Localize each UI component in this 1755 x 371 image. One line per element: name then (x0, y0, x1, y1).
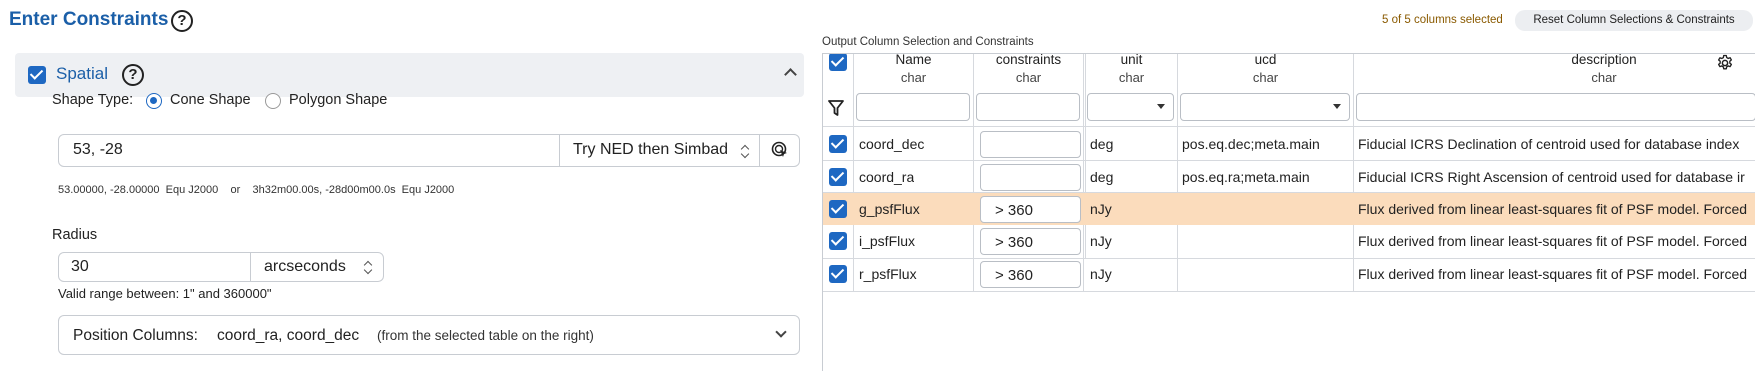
row-checkbox[interactable] (829, 135, 847, 153)
output-section-label: Output Column Selection and Constraints (822, 36, 1034, 48)
row-description: Flux derived from linear least-squares f… (1358, 266, 1748, 282)
columns-table: Name char constraints char unit char ucd cha… (822, 53, 1755, 371)
position-columns-dropdown[interactable]: Position Columns: coord_ra, coord_dec (f… (58, 315, 800, 355)
filter-icon[interactable] (828, 99, 844, 117)
row-checkbox[interactable] (829, 200, 847, 218)
table-row[interactable]: i_psfFlux > 360 nJy Flux derived from li… (823, 225, 1755, 257)
cone-shape-label: Cone Shape (170, 92, 251, 108)
unit-filter-select[interactable] (1087, 93, 1174, 121)
constraint-input[interactable] (980, 131, 1081, 158)
position-columns-hint: (from the selected table on the right) (377, 328, 594, 343)
help-icon[interactable]: ? (171, 10, 193, 32)
row-description: Flux derived from linear least-squares f… (1358, 201, 1748, 217)
row-description: Fiducial ICRS Right Ascension of centroi… (1358, 169, 1745, 185)
select-arrows-icon (364, 260, 372, 274)
spatial-label: Spatial (56, 64, 108, 83)
chevron-down-icon (775, 326, 787, 338)
description-filter-input[interactable] (1356, 93, 1755, 121)
shape-type-label: Shape Type: (52, 92, 134, 108)
row-description: Flux derived from linear least-squares f… (1358, 233, 1748, 249)
row-name: coord_ra (859, 169, 915, 185)
row-unit: deg (1090, 169, 1114, 185)
position-input[interactable]: 53, -28 Try NED then Simbad (58, 134, 800, 167)
column-header-constraints[interactable]: constraints char (974, 54, 1083, 87)
row-unit: deg (1090, 136, 1114, 152)
row-name: r_psfFlux (859, 266, 917, 282)
constraint-input[interactable]: > 360 (980, 196, 1081, 223)
coordinate-readout: 53.00000, -28.00000 Equ J2000 or 3h32m00… (58, 184, 455, 196)
radius-unit-value: arcseconds (264, 258, 346, 275)
spatial-checkbox[interactable] (28, 66, 46, 84)
column-header-ucd[interactable]: ucd char (1178, 54, 1353, 87)
row-ucd: pos.eq.ra;meta.main (1182, 169, 1310, 185)
select-arrows-icon (741, 144, 749, 158)
row-checkbox[interactable] (829, 168, 847, 186)
position-columns-label: Position Columns: (73, 327, 198, 344)
radius-value: 30 (71, 258, 89, 275)
target-select-button[interactable] (759, 135, 800, 166)
crosshair-cursor-icon (771, 141, 787, 157)
valid-range-text: Valid range between: 1" and 360000" (58, 286, 272, 301)
table-row[interactable]: g_psfFlux > 360 nJy Flux derived from li… (823, 193, 1755, 225)
constraint-input[interactable]: > 360 (980, 228, 1081, 255)
polygon-shape-radio[interactable] (265, 93, 281, 109)
polygon-shape-label: Polygon Shape (289, 92, 388, 108)
column-header-name[interactable]: Name char (854, 54, 973, 87)
spatial-help-icon[interactable]: ? (122, 64, 144, 86)
position-value: 53, -28 (73, 141, 123, 158)
row-ucd: pos.eq.dec;meta.main (1182, 136, 1320, 152)
row-unit: nJy (1090, 266, 1112, 282)
constraint-input[interactable]: > 360 (980, 261, 1081, 288)
constraint-input[interactable] (980, 164, 1081, 191)
table-row[interactable]: coord_ra deg pos.eq.ra;meta.main Fiducia… (823, 161, 1755, 193)
selected-count: 5 of 5 columns selected (1382, 14, 1503, 26)
ucd-filter-select[interactable] (1180, 93, 1350, 121)
resolver-select[interactable]: Try NED then Simbad (559, 135, 759, 166)
position-columns-value: coord_ra, coord_dec (217, 327, 360, 344)
row-unit: nJy (1090, 201, 1112, 217)
column-header-unit[interactable]: unit char (1086, 54, 1177, 87)
row-description: Fiducial ICRS Declination of centroid us… (1358, 136, 1740, 152)
row-unit: nJy (1090, 233, 1112, 249)
radius-unit-select[interactable]: arcseconds (250, 253, 384, 281)
row-name: i_psfFlux (859, 233, 916, 249)
constraints-filter-input[interactable] (976, 93, 1080, 121)
page-title: Enter Constraints (9, 9, 169, 30)
gear-icon[interactable] (1716, 54, 1734, 72)
name-filter-input[interactable] (856, 93, 970, 121)
reset-selections-button[interactable]: Reset Column Selections & Constraints (1515, 10, 1753, 31)
row-checkbox[interactable] (829, 232, 847, 250)
row-name: g_psfFlux (859, 201, 920, 217)
table-row[interactable]: coord_dec deg pos.eq.dec;meta.main Fiduc… (823, 128, 1755, 160)
table-row[interactable]: r_psfFlux > 360 nJy Flux derived from li… (823, 258, 1755, 290)
cone-shape-radio[interactable] (146, 93, 162, 109)
row-checkbox[interactable] (829, 265, 847, 283)
radius-label: Radius (52, 227, 98, 243)
resolver-value: Try NED then Simbad (573, 141, 729, 158)
row-name: coord_dec (859, 136, 925, 152)
column-header-description[interactable]: description char (1354, 54, 1755, 87)
radius-input[interactable]: 30 arcseconds (58, 252, 384, 282)
select-all-checkbox[interactable] (829, 54, 847, 71)
